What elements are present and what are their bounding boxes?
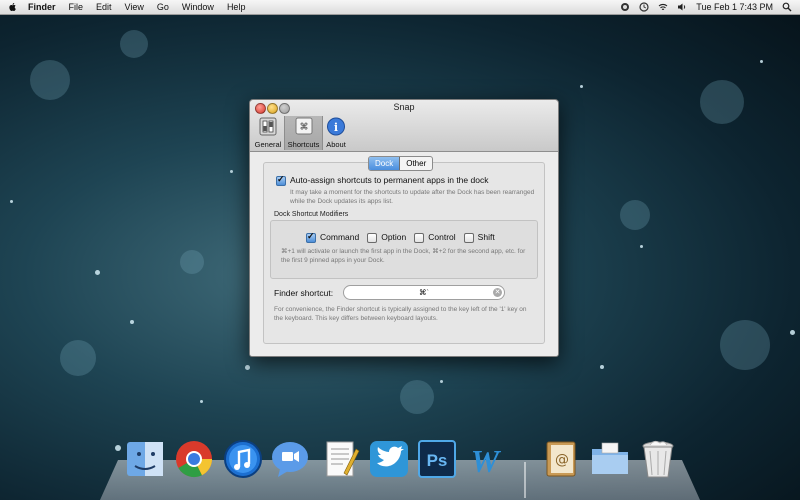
menu-edit[interactable]: Edit bbox=[96, 2, 112, 12]
address-book-icon[interactable]: @ bbox=[539, 437, 583, 481]
dock-other-segmented-control[interactable]: Dock Other bbox=[368, 156, 434, 171]
finder-shortcut-note: For convenience, the Finder shortcut is … bbox=[274, 306, 527, 322]
command-checkbox[interactable] bbox=[306, 231, 316, 243]
menu-bar: Finder File Edit View Go Window Help Tue… bbox=[0, 0, 800, 15]
dock-separator bbox=[524, 462, 526, 498]
toolbar-about-label: About bbox=[326, 140, 346, 149]
menu-help[interactable]: Help bbox=[227, 2, 246, 12]
chrome-icon[interactable] bbox=[172, 437, 216, 481]
time-machine-icon[interactable] bbox=[639, 2, 649, 12]
auto-assign-row[interactable]: Auto-assign shortcuts to permanent apps … bbox=[276, 174, 489, 186]
modifiers-group: Command Option Control Shift ⌘+1 will ac… bbox=[270, 220, 538, 279]
toolbar-shortcuts[interactable]: ⌘ Shortcuts bbox=[284, 116, 323, 150]
modifiers-note: ⌘+1 will activate or launch the first ap… bbox=[281, 248, 526, 264]
volume-icon[interactable] bbox=[677, 2, 687, 12]
menu-file[interactable]: File bbox=[69, 2, 84, 12]
control-label: Control bbox=[428, 232, 456, 242]
shortcuts-panel: Dock Other Auto-assign shortcuts to perm… bbox=[263, 156, 545, 344]
general-switch-icon bbox=[259, 117, 277, 136]
svg-text:@: @ bbox=[555, 452, 569, 468]
menu-go[interactable]: Go bbox=[157, 2, 169, 12]
auto-assign-checkbox[interactable] bbox=[276, 174, 286, 186]
modifier-option[interactable]: Option bbox=[367, 232, 406, 243]
toolbar-general[interactable]: General bbox=[254, 116, 282, 150]
window-title: Snap bbox=[393, 102, 415, 112]
snap-status-icon[interactable] bbox=[620, 2, 630, 12]
toolbar-shortcuts-label: Shortcuts bbox=[287, 140, 320, 149]
apple-menu-icon[interactable] bbox=[8, 2, 18, 12]
option-checkbox[interactable] bbox=[367, 232, 378, 243]
finder-icon[interactable] bbox=[123, 437, 167, 481]
segment-other[interactable]: Other bbox=[400, 157, 432, 170]
toolbar-about[interactable]: i About bbox=[323, 116, 349, 150]
textedit-icon[interactable] bbox=[318, 437, 362, 481]
finder-shortcut-field[interactable]: ⌘` ✕ bbox=[343, 285, 505, 300]
trash-icon[interactable] bbox=[636, 437, 680, 481]
shift-label: Shift bbox=[477, 232, 495, 242]
option-label: Option bbox=[381, 232, 407, 242]
photoshop-icon[interactable]: Ps bbox=[415, 437, 459, 481]
modifiers-group-label: Dock Shortcut Modifiers bbox=[274, 211, 349, 218]
modifier-command[interactable]: Command bbox=[306, 231, 360, 243]
menu-view[interactable]: View bbox=[125, 2, 144, 12]
command-label: Command bbox=[320, 232, 360, 242]
spotlight-icon[interactable] bbox=[782, 2, 792, 12]
shift-checkbox[interactable] bbox=[463, 232, 474, 243]
modifier-control[interactable]: Control bbox=[414, 232, 456, 243]
word-icon[interactable]: W bbox=[463, 437, 507, 481]
modifier-checkboxes: Command Option Control Shift bbox=[306, 231, 495, 243]
clear-shortcut-icon[interactable]: ✕ bbox=[493, 288, 502, 297]
menu-app-name[interactable]: Finder bbox=[28, 2, 56, 12]
svg-text:W: W bbox=[471, 443, 502, 479]
folder-icon[interactable] bbox=[588, 437, 632, 481]
modifier-shift[interactable]: Shift bbox=[463, 232, 495, 243]
wifi-icon[interactable] bbox=[658, 2, 668, 12]
svg-text:i: i bbox=[334, 121, 338, 134]
finder-shortcut-label: Finder shortcut: bbox=[274, 288, 334, 298]
command-key-icon: ⌘ bbox=[295, 117, 312, 135]
twitter-icon[interactable] bbox=[367, 437, 411, 481]
toolbar-general-label: General bbox=[254, 140, 282, 149]
menu-clock[interactable]: Tue Feb 1 7:43 PM bbox=[696, 2, 773, 12]
snap-preferences-window: Snap General ⌘ Shortcuts i About Dock Ot… bbox=[249, 99, 559, 357]
auto-assign-label: Auto-assign shortcuts to permanent apps … bbox=[290, 175, 489, 185]
svg-text:Ps: Ps bbox=[427, 451, 448, 470]
info-icon: i bbox=[327, 117, 345, 136]
auto-assign-note: It may take a moment for the shortcuts t… bbox=[290, 189, 535, 205]
segment-dock[interactable]: Dock bbox=[369, 157, 401, 170]
itunes-icon[interactable] bbox=[221, 437, 265, 481]
window-titlebar[interactable]: Snap General ⌘ Shortcuts i About bbox=[250, 100, 558, 152]
ichat-icon[interactable] bbox=[268, 437, 312, 481]
menu-window[interactable]: Window bbox=[182, 2, 214, 12]
svg-text:⌘: ⌘ bbox=[299, 123, 308, 133]
finder-shortcut-value: ⌘` bbox=[419, 288, 429, 297]
control-checkbox[interactable] bbox=[414, 232, 425, 243]
